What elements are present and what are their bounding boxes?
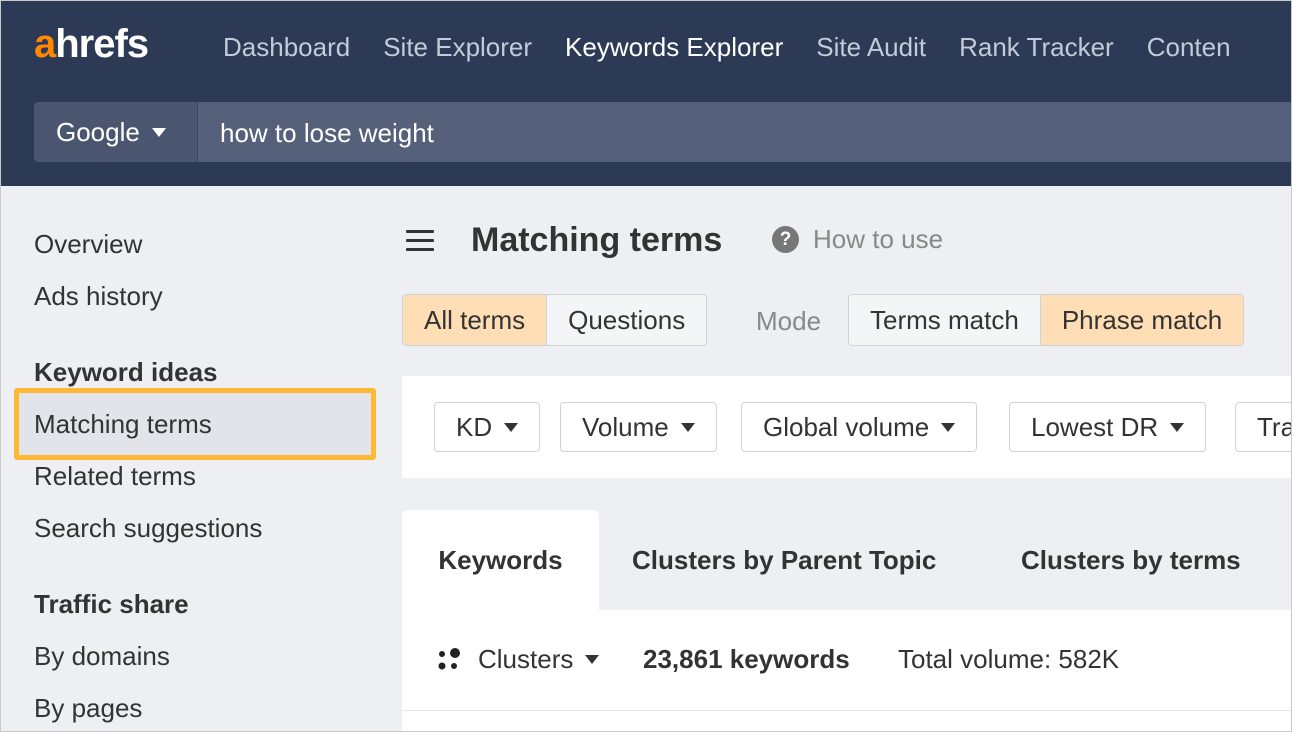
chevron-down-icon — [941, 422, 956, 432]
menu-icon[interactable] — [406, 230, 434, 252]
sidebar-item-matching-terms[interactable]: Matching terms — [34, 408, 212, 440]
sidebar-item-overview[interactable]: Overview — [34, 228, 142, 260]
lowest-dr-filter-dropdown[interactable]: Lowest DR — [1009, 402, 1207, 452]
global-volume-filter-label: Global volume — [763, 411, 930, 442]
lowest-dr-filter-label: Lowest DR — [1031, 411, 1159, 442]
search-engine-label: Google — [56, 116, 140, 147]
keyword-search-bar: Google — [34, 102, 1292, 164]
sidebar-item-related-terms[interactable]: Related terms — [34, 460, 196, 492]
phrase-match-button[interactable]: Phrase match — [1039, 295, 1244, 345]
tab-clusters-by-parent-topic[interactable]: Clusters by Parent Topic — [632, 510, 936, 610]
clusters-label: Clusters — [478, 644, 574, 674]
all-terms-button[interactable]: All terms — [403, 295, 547, 345]
main-nav: Dashboard Site Explorer Keywords Explore… — [223, 0, 1264, 94]
tab-clusters-by-terms[interactable]: Clusters by terms — [1021, 510, 1241, 610]
ahrefs-logo[interactable]: ahrefs — [34, 16, 149, 72]
global-volume-filter-dropdown[interactable]: Global volume — [741, 402, 978, 452]
traffic-filter-dropdown[interactable]: Tra — [1235, 402, 1292, 452]
question-circle-icon: ? — [772, 226, 799, 253]
search-engine-dropdown[interactable]: Google — [34, 102, 198, 162]
main-content: Matching terms ? How to use All terms Qu… — [402, 186, 1292, 732]
tab-keywords[interactable]: Keywords — [402, 510, 599, 610]
keyword-count: 23,861 keywords — [643, 644, 850, 674]
clusters-icon — [438, 647, 460, 669]
sidebar-item-by-pages[interactable]: By pages — [34, 692, 142, 724]
chevron-down-icon — [680, 422, 695, 432]
sidebar-section-traffic-share: Traffic share — [34, 589, 189, 619]
chevron-down-icon — [504, 422, 519, 432]
nav-rank-tracker[interactable]: Rank Tracker — [959, 32, 1114, 63]
how-to-use-label: How to use — [813, 224, 944, 254]
volume-filter-dropdown[interactable]: Volume — [560, 402, 717, 452]
term-type-toggle: All terms Questions — [402, 294, 708, 346]
sidebar-item-by-domains[interactable]: By domains — [34, 640, 170, 672]
nav-dashboard[interactable]: Dashboard — [223, 32, 350, 63]
results-tabs: Keywords Clusters by Parent Topic Cluste… — [402, 510, 1292, 610]
nav-site-audit[interactable]: Site Audit — [816, 32, 926, 63]
nav-site-explorer[interactable]: Site Explorer — [383, 32, 532, 63]
keyword-search-input[interactable] — [198, 102, 1292, 164]
terms-match-button[interactable]: Terms match — [849, 295, 1040, 345]
traffic-filter-label: Tra — [1257, 411, 1292, 442]
total-volume: Total volume: 582K — [898, 644, 1120, 674]
chevron-down-icon — [585, 655, 600, 664]
mode-label: Mode — [756, 306, 822, 336]
sidebar-section-keyword-ideas: Keyword ideas — [34, 357, 218, 387]
how-to-use-link[interactable]: ? How to use — [772, 224, 943, 255]
top-navigation-bar: ahrefs Dashboard Site Explorer Keywords … — [0, 0, 1292, 186]
sidebar-item-search-suggestions[interactable]: Search suggestions — [34, 512, 262, 544]
kd-filter-label: KD — [456, 411, 493, 442]
nav-content-explorer[interactable]: Conten — [1147, 32, 1231, 63]
questions-button[interactable]: Questions — [546, 295, 707, 345]
chevron-down-icon — [151, 127, 166, 137]
divider — [402, 710, 1292, 711]
page-title: Matching terms — [471, 221, 723, 259]
kd-filter-dropdown[interactable]: KD — [434, 402, 541, 452]
match-mode-toggle: Terms match Phrase match — [848, 294, 1245, 346]
volume-filter-label: Volume — [582, 411, 669, 442]
chevron-down-icon — [1170, 422, 1185, 432]
clusters-dropdown[interactable]: Clusters — [436, 644, 600, 675]
nav-keywords-explorer[interactable]: Keywords Explorer — [565, 32, 783, 63]
sidebar: Overview Ads history Keyword ideas Match… — [0, 186, 390, 732]
results-panel: Clusters 23,861 keywords Total volume: 5… — [402, 610, 1292, 732]
filter-bar: KD Volume Global volume Lowest DR Tra — [402, 376, 1292, 478]
sidebar-item-ads-history[interactable]: Ads history — [34, 280, 163, 312]
